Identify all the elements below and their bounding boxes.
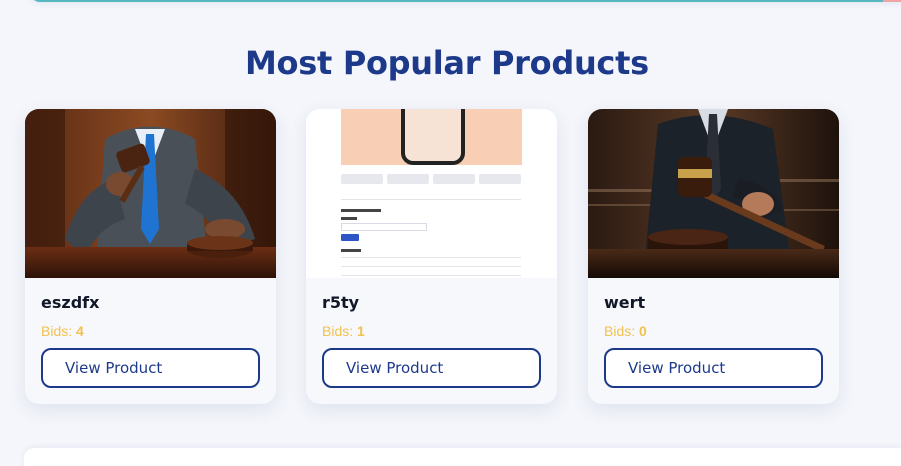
bids-count: 1: [357, 323, 365, 339]
product-card: r5ty Bids: 1 View Product: [306, 109, 557, 404]
product-image: [306, 109, 557, 278]
top-panel-edge: [30, 0, 901, 2]
mock-line: [341, 199, 521, 200]
view-product-button[interactable]: View Product: [41, 348, 260, 388]
top-panel-accent: [883, 0, 901, 2]
mock-chip: [433, 174, 475, 184]
bids-info: Bids: 1: [322, 323, 365, 339]
mock-chip: [479, 174, 521, 184]
mock-line: [341, 209, 381, 212]
section-title: Most Popular Products: [245, 44, 649, 82]
bids-count: 4: [76, 323, 84, 339]
mock-line: [341, 257, 521, 258]
product-image: [588, 109, 839, 278]
view-product-button[interactable]: View Product: [604, 348, 823, 388]
product-name: wert: [604, 293, 646, 312]
product-image: [25, 109, 276, 278]
mock-chip: [387, 174, 429, 184]
product-card: wert Bids: 0 View Product: [588, 109, 839, 404]
mock-line: [341, 217, 357, 220]
bids-info: Bids: 0: [604, 323, 647, 339]
mock-input: [341, 223, 427, 231]
next-section-panel: [24, 448, 901, 466]
mock-chip: [341, 174, 383, 184]
mock-hero: [341, 109, 522, 165]
product-name: eszdfx: [41, 293, 100, 312]
bids-label: Bids:: [322, 323, 354, 339]
bids-count: 0: [639, 323, 647, 339]
bids-label: Bids:: [41, 323, 73, 339]
mock-button: [341, 234, 359, 241]
product-page-mock: [306, 109, 557, 278]
phone-illustration: [401, 109, 465, 165]
product-name: r5ty: [322, 293, 360, 312]
view-product-button[interactable]: View Product: [322, 348, 541, 388]
product-card: eszdfx Bids: 4 View Product: [25, 109, 276, 404]
bids-info: Bids: 4: [41, 323, 84, 339]
mock-line: [341, 266, 521, 267]
mock-line: [341, 275, 521, 276]
mock-line: [341, 249, 361, 252]
bids-label: Bids:: [604, 323, 636, 339]
